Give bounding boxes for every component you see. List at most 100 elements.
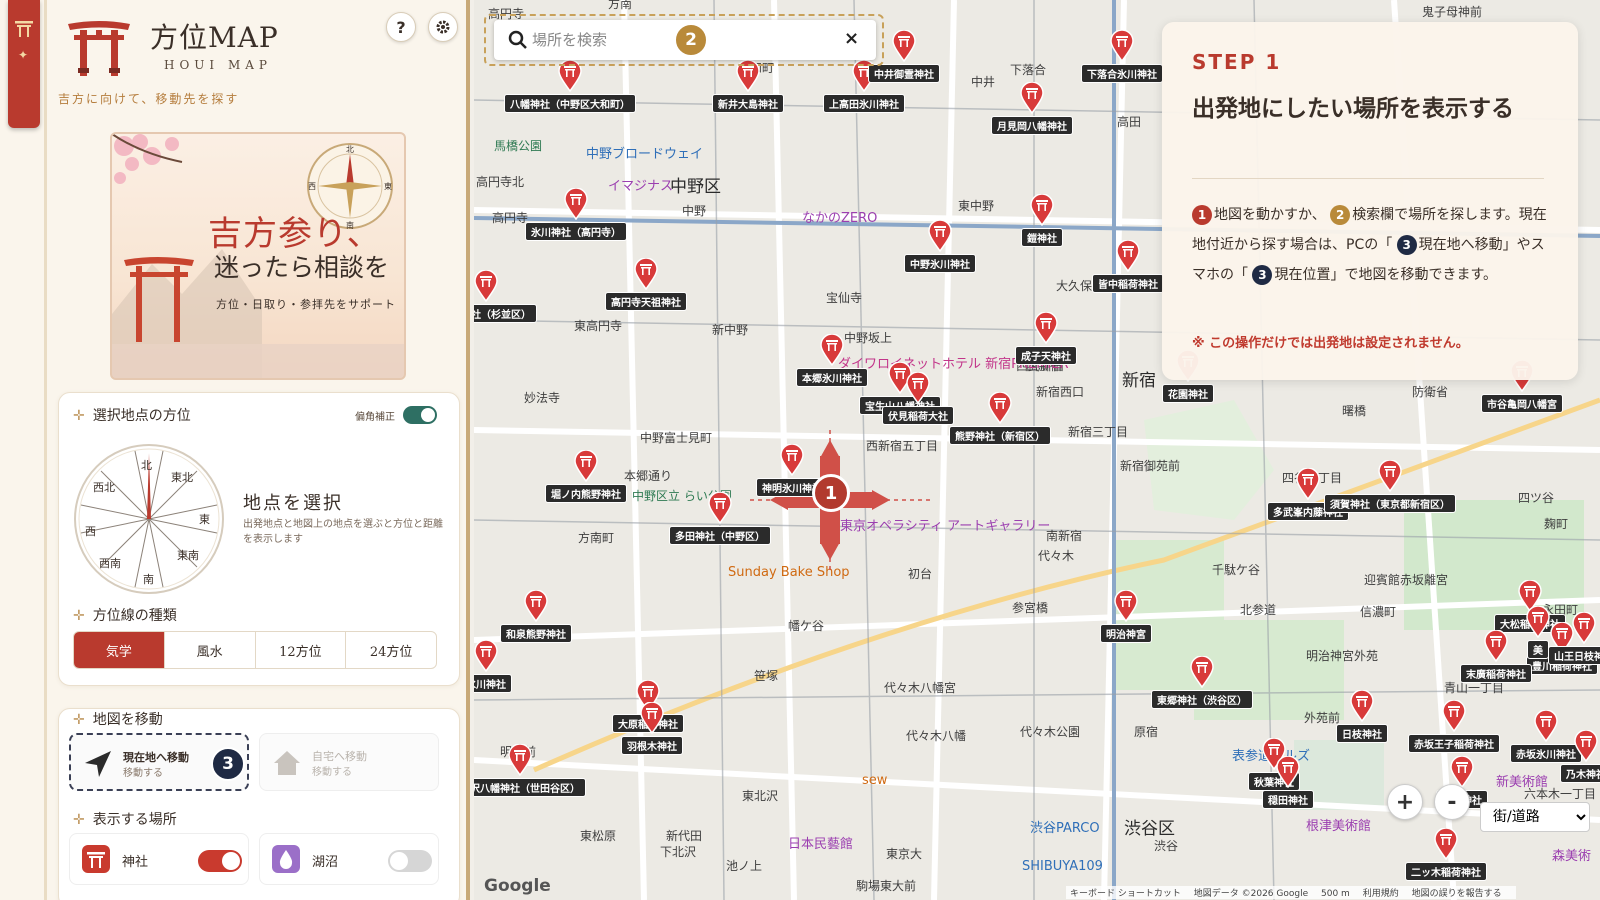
shrine-pin[interactable]: 伏見稲荷大社 — [882, 372, 954, 425]
search-input[interactable] — [532, 28, 662, 52]
shrine-pin[interactable]: 成子天神社 — [1015, 312, 1077, 365]
shrine-pin[interactable]: 氷川神社（高円寺） — [525, 188, 627, 241]
shrine-pin-label: 中井御霊神社 — [868, 64, 940, 83]
shrine-marker-icon — [1110, 30, 1134, 62]
shrine-pin[interactable]: 須賀神社（東京都新宿区） — [1324, 460, 1456, 513]
shrine-pin[interactable]: 神明氷川神社 — [756, 444, 828, 497]
zoom-in-button[interactable]: + — [1387, 784, 1423, 820]
shrine-pin-label: 本郷氷川神社 — [796, 368, 868, 387]
water-drop-icon — [272, 845, 300, 873]
shrine-marker-icon — [1034, 312, 1058, 344]
tab-fusui[interactable]: 風水 — [165, 632, 256, 668]
shrine-pin[interactable]: 鎧神社 — [1021, 194, 1063, 247]
app-tagline: 吉方に向けて、移動先を探す — [58, 92, 240, 106]
museum-label: 根津美術館 — [1306, 819, 1371, 834]
shrine-marker-icon — [708, 492, 732, 524]
close-icon[interactable]: × — [844, 28, 859, 49]
compass-north: 北 — [346, 145, 354, 154]
line-type-title: ✛ 方位線の種類 — [73, 608, 177, 624]
magnetic-correction-toggle[interactable] — [403, 406, 437, 424]
shrine-pin[interactable]: 和泉熊野神社 — [500, 590, 572, 643]
move-current-title: 現在地へ移動 — [123, 751, 189, 764]
shrine-pin[interactable]: 穏田神社 — [1262, 756, 1314, 809]
dial-ne: 東北 — [171, 471, 193, 484]
shrine-pin[interactable]: 赤坂氷川神社 — [1510, 710, 1582, 763]
move-to-home-button[interactable]: 自宅へ移動 移動する — [259, 733, 439, 791]
arrow-up-icon — [820, 440, 840, 458]
shrine-pin-label: 新井大島神社 — [712, 94, 784, 113]
place-label: 新宿西口 — [1036, 384, 1084, 399]
place-label: 外苑前 — [1304, 710, 1340, 725]
step-badge-3-inline: 3 — [1396, 235, 1417, 255]
map-type-select[interactable]: 街/道路 — [1480, 802, 1590, 832]
shrine-filter-toggle[interactable] — [198, 850, 242, 872]
step-body-text: 地図を動かすか、 — [1214, 207, 1326, 223]
shrine-pin[interactable]: 日枝神社 — [1336, 690, 1388, 743]
ward-label: 新宿 — [1122, 371, 1156, 391]
place-label: 高田 — [1117, 114, 1141, 129]
shrine-pin-label: 宇賀神社（杉並区） — [474, 304, 537, 323]
place-label: 妙法寺 — [524, 391, 560, 405]
shrine-pin[interactable]: 本郷氷川神社 — [796, 334, 868, 387]
shrine-pin[interactable]: 羽根木神社 — [621, 702, 683, 755]
lake-filter-toggle[interactable] — [388, 850, 432, 872]
tab-12-directions[interactable]: 12方位 — [256, 632, 347, 668]
shrine-pin[interactable]: 月見岡八幡神社 — [991, 82, 1073, 135]
terms-link[interactable]: 利用規約 — [1363, 889, 1399, 899]
place-label: 西新宿五丁目 — [866, 438, 938, 453]
shrine-marker-icon — [564, 188, 588, 220]
shrine-pin[interactable]: 多武峯内藤神社 — [1267, 468, 1349, 521]
arrow-right-icon — [872, 490, 890, 510]
shrine-pin-label: 乃木神社 — [1560, 764, 1600, 783]
place-label: 原宿 — [1134, 724, 1158, 739]
promo-banner[interactable]: 北 東 南 西 吉方参り、 迷ったら相談を 方位・日取り・参拝先をサポート — [110, 132, 406, 380]
shrine-pin-label: 高円寺天祖神社 — [605, 292, 687, 311]
shrine-pin[interactable]: 中井御霊神社 — [868, 30, 940, 83]
report-error-link[interactable]: 地図の誤りを報告する — [1412, 889, 1502, 899]
shrine-pin[interactable]: 下落合氷川神社 — [1081, 30, 1163, 83]
shrine-pin-label: 市谷亀岡八幡宮 — [1481, 394, 1563, 413]
shrine-marker-icon — [1378, 460, 1402, 492]
shrine-pin[interactable]: 北沢八幡神社（世田谷区） — [474, 744, 586, 797]
shrine-pin[interactable]: 明治神宮 — [1100, 590, 1152, 643]
move-to-current-location-button[interactable]: 現在地へ移動 移動する 3 — [69, 733, 249, 791]
help-button[interactable]: ? — [386, 12, 416, 42]
shrine-pin[interactable]: 美 — [1526, 606, 1550, 659]
shrine-pin[interactable]: 皆中稲荷神社 — [1092, 240, 1164, 293]
shrine-pin[interactable]: 中野氷川神社 — [904, 220, 976, 273]
shrine-pin[interactable]: 宇賀神社（杉並区） — [474, 270, 537, 323]
shrine-pin-label: 中野氷川神社 — [904, 254, 976, 273]
shrine-pin[interactable]: 熊野神社（新宿区） — [949, 392, 1051, 445]
park-label: 馬橋公園 — [494, 139, 542, 153]
shrine-marker-icon — [988, 392, 1012, 424]
map-scale: 500 m — [1321, 889, 1350, 899]
shrine-pin[interactable]: 山王日枝神社 — [1548, 612, 1600, 665]
shrine-pin-label: 明治神宮 — [1100, 624, 1152, 643]
tab-kigaku[interactable]: 気学 — [74, 632, 165, 668]
shrine-pin[interactable]: 二ッ木稲荷神社 — [1405, 828, 1487, 881]
shrine-pin[interactable]: 堀ノ内熊野神社 — [545, 450, 627, 503]
shrine-pin[interactable]: 末廣稲荷神社 — [1460, 630, 1532, 683]
shrine-pin-label: 須賀神社（東京都新宿区） — [1324, 494, 1456, 513]
shrine-pin[interactable]: 乃木神社 — [1560, 730, 1600, 783]
shrine-marker-icon — [1116, 240, 1140, 272]
shrine-pin[interactable]: 東郷神社（渋谷区） — [1151, 656, 1253, 709]
keyboard-shortcuts-link[interactable]: キーボード ショートカット — [1070, 889, 1181, 899]
tab-24-directions[interactable]: 24方位 — [346, 632, 436, 668]
map-data-credit: 地図データ ©2026 Google — [1193, 889, 1309, 899]
shrine-pin-label: 花園神社 — [1162, 384, 1214, 403]
shrine-pin[interactable]: 氷川神社 — [474, 640, 512, 693]
shrine-pin[interactable]: 高円寺天祖神社 — [605, 258, 687, 311]
point-description: 出発地点と地図上の地点を選ぶと方位と距離を表示します — [243, 519, 443, 545]
move-home-sub: 移動する — [312, 767, 352, 778]
place-label: 高円寺 — [492, 210, 528, 225]
torii-logo-icon — [68, 21, 130, 76]
plus-icon: ✛ — [73, 608, 85, 624]
settings-button[interactable] — [428, 12, 458, 42]
direction-dial[interactable]: 北 東北 東 東南 南 西南 西 西北 — [71, 441, 227, 597]
line-type-tabs: 気学 風水 12方位 24方位 — [73, 631, 437, 669]
shrine-pin[interactable]: 赤坂王子稲荷神社 — [1408, 700, 1500, 753]
shrine-pin[interactable]: 多田神社（中野区） — [669, 492, 771, 545]
zoom-out-button[interactable]: - — [1434, 784, 1470, 820]
place-label: 幡ケ谷 — [788, 618, 824, 633]
